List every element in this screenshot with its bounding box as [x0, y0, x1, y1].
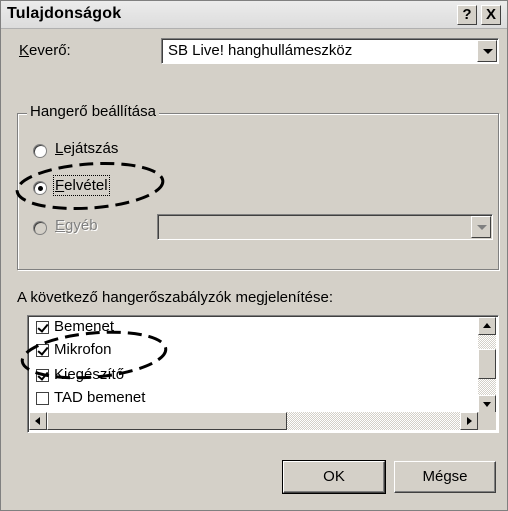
- radio-recording[interactable]: [33, 181, 47, 195]
- scrollbar-corner: [478, 412, 496, 430]
- combo-dropdown-arrow-icon[interactable]: [477, 40, 497, 62]
- vertical-scrollbar[interactable]: [478, 317, 496, 413]
- checkmark-icon[interactable]: [36, 369, 49, 382]
- volume-group-legend: Hangerő beállítása: [27, 103, 159, 120]
- vertical-scroll-thumb[interactable]: [478, 349, 496, 379]
- properties-dialog: Tulajdonságok ? X Keverő: SB Live! hangh…: [0, 0, 508, 511]
- radio-playback-label[interactable]: Lejátszás: [55, 140, 118, 157]
- window-title: Tulajdonságok: [7, 5, 122, 22]
- horizontal-scroll-thumb[interactable]: [47, 412, 287, 430]
- other-combo[interactable]: [157, 214, 493, 240]
- ok-button[interactable]: OK: [282, 460, 386, 494]
- scroll-up-arrow-icon[interactable]: [478, 317, 496, 335]
- scroll-left-arrow-icon[interactable]: [29, 412, 47, 430]
- mixer-combo[interactable]: SB Live! hanghullámeszköz: [161, 38, 499, 64]
- help-button[interactable]: ?: [457, 5, 477, 25]
- checkbox-unchecked[interactable]: [36, 392, 49, 405]
- radio-other[interactable]: [33, 221, 47, 235]
- mixer-label: Keverő:: [19, 42, 71, 59]
- radio-recording-label[interactable]: Felvétel: [53, 175, 110, 196]
- mixer-combo-value: SB Live! hanghullámeszköz: [168, 42, 353, 59]
- title-bar[interactable]: Tulajdonságok ? X: [1, 1, 507, 29]
- controls-list-heading: A következő hangerőszabályzók megjelenít…: [17, 289, 334, 306]
- horizontal-scrollbar[interactable]: [29, 412, 478, 430]
- checkmark-icon[interactable]: [36, 344, 49, 357]
- checkmark-icon[interactable]: [36, 321, 49, 334]
- radio-other-label[interactable]: Egyéb: [55, 217, 98, 234]
- controls-listbox[interactable]: Bemenet Mikrofon Kiegészítő TAD bemenet: [27, 315, 499, 433]
- radio-playback[interactable]: [33, 144, 47, 158]
- cancel-button[interactable]: Mégse: [394, 461, 496, 493]
- combo-dropdown-arrow-icon[interactable]: [471, 216, 491, 238]
- scroll-down-arrow-icon[interactable]: [478, 395, 496, 413]
- scroll-right-arrow-icon[interactable]: [460, 412, 478, 430]
- close-button[interactable]: X: [481, 5, 501, 25]
